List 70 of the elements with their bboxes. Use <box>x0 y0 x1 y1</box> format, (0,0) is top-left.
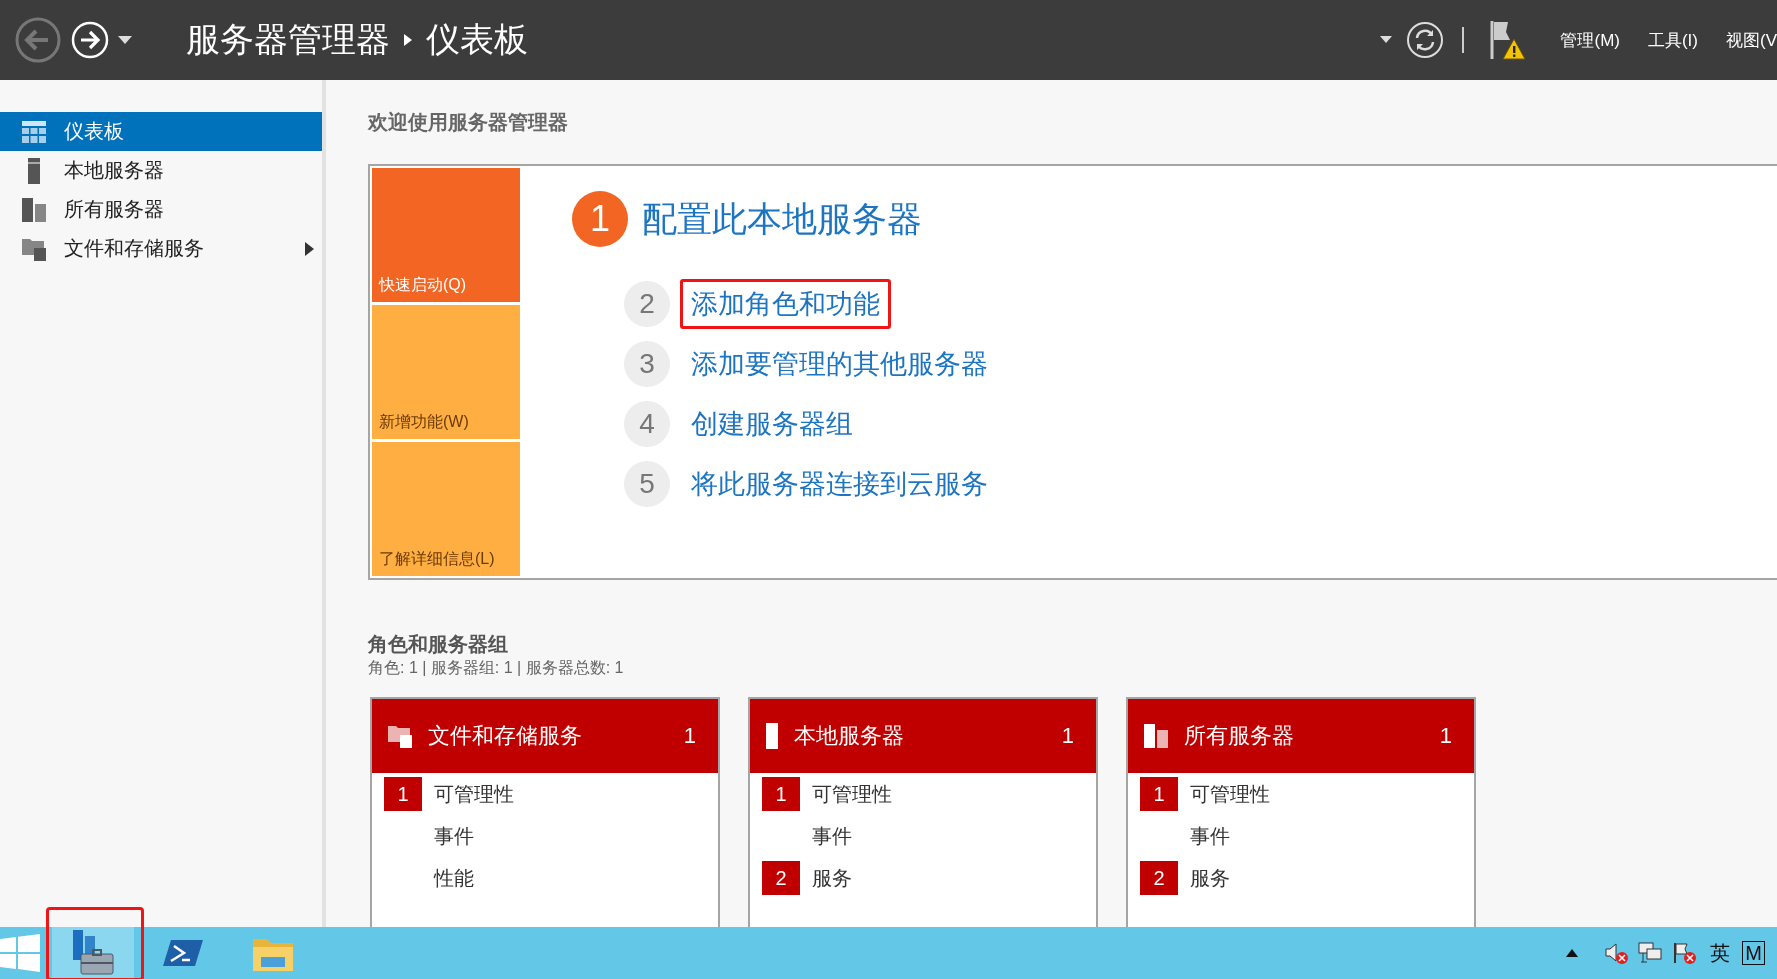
step-number: 1 <box>572 191 628 247</box>
step-link[interactable]: 创建服务器组 <box>680 399 864 449</box>
flag-error-icon[interactable] <box>1672 942 1697 964</box>
summary-text: 角色: 1 | 服务器组: 1 | 服务器总数: 1 <box>368 658 625 678</box>
card-count: 1 <box>1439 723 1452 749</box>
servers-icon <box>1144 724 1168 748</box>
sidebar-item[interactable]: 本地服务器 <box>0 151 322 190</box>
card-row-label[interactable]: 服务 <box>812 864 852 892</box>
breadcrumb-item: 仪表板 <box>426 19 528 60</box>
count-badge: 2 <box>1140 861 1178 895</box>
server-icon <box>766 723 778 749</box>
sidebar-item[interactable]: 文件和存储服务 <box>0 229 322 268</box>
forward-icon[interactable] <box>70 20 110 60</box>
step-number: 3 <box>624 341 670 387</box>
servers-icon <box>22 197 46 222</box>
card-row-label[interactable]: 事件 <box>1190 822 1230 850</box>
up-arrow-icon[interactable] <box>1566 949 1579 957</box>
speaker-muted-icon[interactable] <box>1604 942 1629 964</box>
step-link[interactable]: 将此服务器连接到云服务 <box>680 459 999 509</box>
card-title: 文件和存储服务 <box>428 722 583 750</box>
folder-icon <box>388 724 412 748</box>
card-title: 本地服务器 <box>794 722 905 750</box>
sidebar-item[interactable]: 所有服务器 <box>0 190 322 229</box>
language-indicator[interactable]: 英 <box>1710 939 1731 967</box>
card-header[interactable]: 所有服务器 1 <box>1128 699 1474 773</box>
card-row-label[interactable]: 事件 <box>812 822 852 850</box>
step-link[interactable]: 添加角色和功能 <box>680 279 891 329</box>
card-row-label[interactable]: 事件 <box>434 822 474 850</box>
network-icon[interactable] <box>1638 942 1663 964</box>
server-icon <box>28 157 40 184</box>
caret-icon[interactable] <box>1380 36 1393 44</box>
step-number: 5 <box>624 461 670 507</box>
breadcrumb-item[interactable]: 服务器管理器 <box>186 17 390 63</box>
card-title: 所有服务器 <box>1184 722 1295 750</box>
ime-indicator[interactable]: M <box>1742 941 1765 965</box>
card-row-label[interactable]: 性能 <box>434 864 474 892</box>
menu-item[interactable]: 视图(V <box>1726 28 1777 52</box>
flag-warning-icon[interactable] <box>1490 19 1527 61</box>
count-badge: 2 <box>762 861 800 895</box>
step-number: 2 <box>624 281 670 327</box>
tile-tab[interactable]: 新增功能(W) <box>372 305 520 439</box>
card-row-label[interactable]: 可管理性 <box>1190 780 1270 808</box>
section-heading: 欢迎使用服务器管理器 <box>368 110 569 134</box>
menu-item[interactable]: 工具(I) <box>1647 28 1698 52</box>
grid-icon <box>22 120 46 143</box>
card-count: 1 <box>683 723 696 749</box>
section-heading: 角色和服务器组 <box>368 632 509 656</box>
count-badge: 1 <box>1140 777 1178 811</box>
menu-item[interactable]: 管理(M) <box>1560 28 1620 52</box>
sidebar-item[interactable]: 仪表板 <box>0 112 322 151</box>
step-link[interactable]: 添加要管理的其他服务器 <box>680 339 999 389</box>
step-link[interactable]: 配置此本地服务器 <box>642 195 922 243</box>
taskbar-app[interactable] <box>52 927 134 979</box>
expand-arrow-icon[interactable] <box>305 241 314 256</box>
card-row-label[interactable]: 可管理性 <box>434 780 514 808</box>
count-badge: 1 <box>384 777 422 811</box>
refresh-icon[interactable] <box>1406 21 1445 59</box>
chevron-icon <box>404 34 412 46</box>
folder-icon <box>22 236 46 261</box>
caret-icon[interactable] <box>118 35 132 45</box>
card-header[interactable]: 文件和存储服务 1 <box>372 699 718 773</box>
back-icon[interactable] <box>14 16 62 64</box>
count-badge: 1 <box>762 777 800 811</box>
card-row-label[interactable]: 服务 <box>1190 864 1230 892</box>
card-header[interactable]: 本地服务器 1 <box>750 699 1096 773</box>
card-row-label[interactable]: 可管理性 <box>812 780 892 808</box>
tile-tab[interactable]: 了解详细信息(L) <box>372 442 520 576</box>
card-count: 1 <box>1061 723 1074 749</box>
step-number: 4 <box>624 401 670 447</box>
powershell-icon[interactable] <box>163 938 203 968</box>
